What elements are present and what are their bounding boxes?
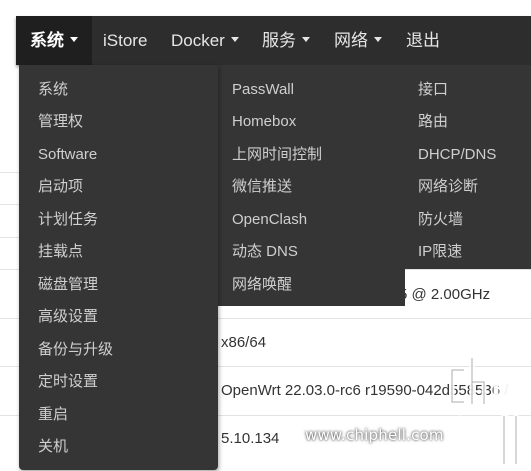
page-top-area (0, 0, 531, 16)
menu-item-timed-settings[interactable]: 定时设置 (38, 371, 98, 393)
nav-logout[interactable]: 退出 (406, 16, 440, 65)
menu-item-disk-management[interactable]: 磁盘管理 (38, 274, 98, 296)
chiphell-logo-watermark (449, 355, 523, 467)
nav-system[interactable]: 系统 (16, 16, 92, 65)
nav-network-label: 网络 (334, 31, 368, 50)
table-cell-cpu: 5 @ 2.00GHz (399, 286, 491, 303)
menu-item-dhcp-dns[interactable]: DHCP/DNS (418, 144, 496, 166)
nav-istore-label: iStore (103, 31, 148, 50)
nav-istore[interactable]: iStore (103, 16, 147, 65)
menu-item-passwall[interactable]: PassWall (232, 79, 294, 101)
menu-item-mount-points[interactable]: 挂载点 (38, 241, 83, 263)
table-cell-kernel: 5.10.134 (221, 430, 280, 447)
menu-item-wake-on-lan[interactable]: 网络唤醒 (232, 274, 292, 296)
menu-item-openclash[interactable]: OpenClash (232, 209, 307, 231)
chevron-down-icon (70, 37, 78, 43)
menu-item-homebox[interactable]: Homebox (232, 111, 296, 133)
chevron-down-icon (374, 37, 382, 43)
menu-item-advanced-settings[interactable]: 高级设置 (38, 306, 98, 328)
menu-item-interfaces[interactable]: 接口 (418, 79, 448, 101)
menu-item-shutdown[interactable]: 关机 (38, 436, 68, 458)
chevron-down-icon (230, 37, 239, 43)
menu-item-ip-limit[interactable]: IP限速 (418, 241, 462, 263)
menu-item-scheduled-tasks[interactable]: 计划任务 (38, 209, 98, 231)
chevron-down-icon (302, 37, 310, 43)
watermark-text: www.chiphell.com (305, 426, 444, 444)
menu-item-backup-upgrade[interactable]: 备份与升级 (38, 339, 113, 361)
menu-item-dynamic-dns[interactable]: 动态 DNS (232, 241, 298, 263)
top-navbar: 系统 iStore Docker 服务 网络 退出 (16, 16, 531, 65)
nav-services-label: 服务 (262, 31, 296, 50)
nav-services[interactable]: 服务 (262, 16, 310, 65)
menu-item-routes[interactable]: 路由 (418, 111, 448, 133)
menu-item-admin[interactable]: 管理权 (38, 111, 83, 133)
nav-docker-label: Docker (171, 31, 225, 50)
table-cell-arch: x86/64 (221, 334, 267, 351)
nav-docker[interactable]: Docker (171, 16, 239, 65)
menu-item-time-control[interactable]: 上网时间控制 (232, 144, 322, 166)
menu-item-diagnostics[interactable]: 网络诊断 (418, 176, 478, 198)
nav-logout-label: 退出 (406, 31, 440, 50)
nav-system-label: 系统 (30, 31, 64, 50)
menu-item-wechat-push[interactable]: 微信推送 (232, 176, 292, 198)
menu-item-firewall[interactable]: 防火墙 (418, 209, 463, 231)
nav-network[interactable]: 网络 (334, 16, 382, 65)
menu-item-reboot[interactable]: 重启 (38, 404, 68, 426)
menu-item-system[interactable]: 系统 (38, 79, 68, 101)
menu-item-software[interactable]: Software (38, 144, 97, 166)
menu-item-startup[interactable]: 启动项 (38, 176, 83, 198)
